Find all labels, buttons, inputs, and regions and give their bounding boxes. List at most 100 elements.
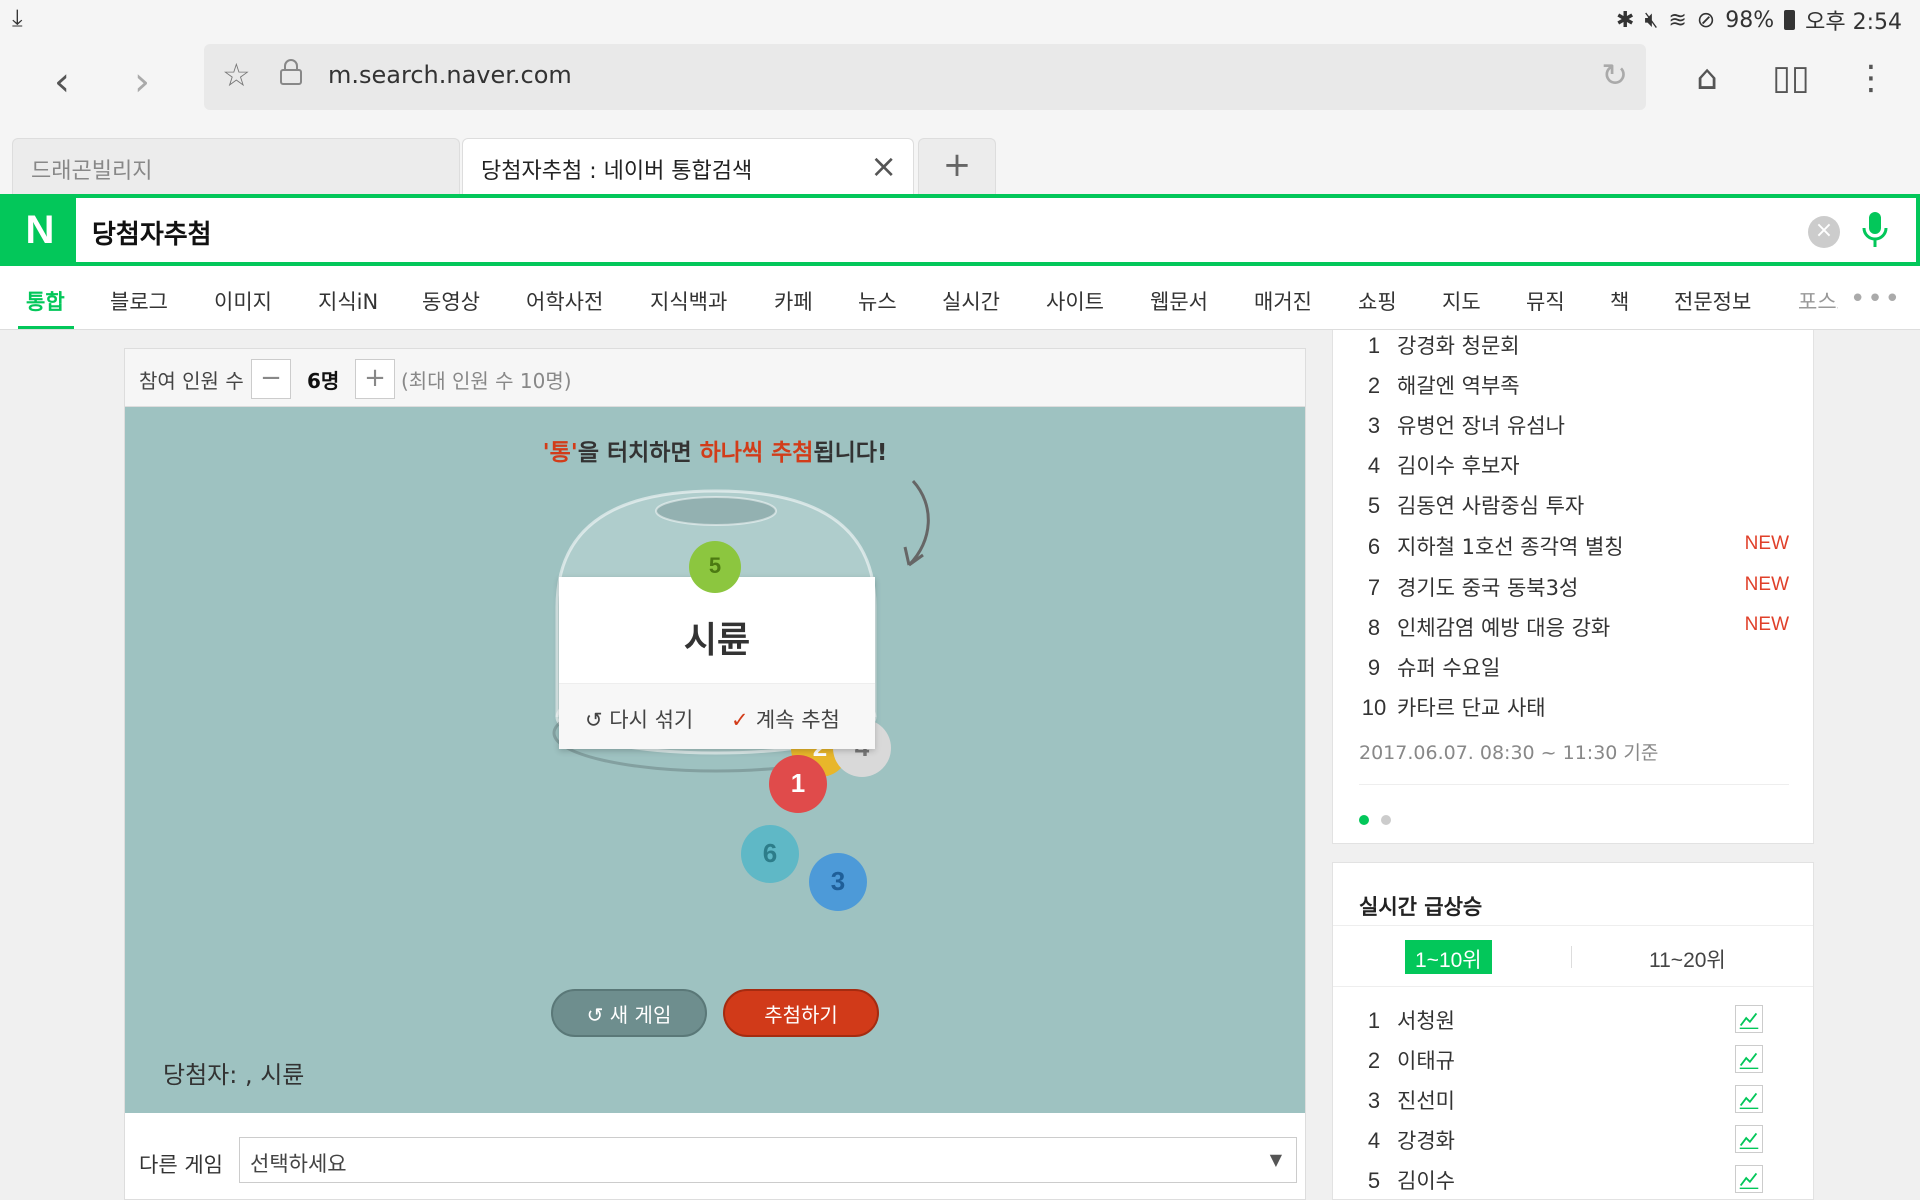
- tab-music[interactable]: 뮤직: [1526, 286, 1565, 316]
- undo-icon: ↺: [585, 708, 610, 732]
- decrease-button[interactable]: −: [251, 359, 291, 399]
- refresh-icon: ↺: [586, 1003, 610, 1027]
- tab-image[interactable]: 이미지: [214, 286, 272, 316]
- url-text: m.search.naver.com: [328, 61, 572, 89]
- realtime-ranking-panel: 1 강경화 청문회 2 해갈엔 역부족 3 유병언 장녀 유섬나 4 김이수 후보자 5…: [1332, 330, 1814, 844]
- tab-rank-11-20[interactable]: 11~20위: [1639, 940, 1736, 974]
- clear-search-button[interactable]: ×: [1808, 216, 1840, 248]
- ball-3: 3: [809, 853, 867, 911]
- check-icon: ✓: [731, 708, 756, 732]
- participants-row: 참여 인원 수 − 6명 + (최대 인원 수 10명): [125, 349, 1305, 407]
- tab-site[interactable]: 사이트: [1046, 286, 1104, 316]
- list-item[interactable]: 2 해갈엔 역부족: [1359, 370, 1789, 406]
- page-dot[interactable]: [1381, 815, 1391, 825]
- list-item[interactable]: 9 슈퍼 수요일: [1359, 652, 1789, 688]
- microphone-icon[interactable]: [1860, 210, 1890, 250]
- panel-title: 실시간 급상승: [1359, 895, 1483, 919]
- tab-title: 드래곤빌리지: [31, 159, 153, 184]
- list-item[interactable]: 4 김이수 후보자: [1359, 450, 1789, 486]
- list-item[interactable]: 2 이태규: [1359, 1045, 1789, 1081]
- list-item[interactable]: 7 경기도 중국 동북3성 NEW: [1359, 572, 1789, 608]
- tab-dragon-village[interactable]: 드래곤빌리지: [12, 138, 460, 194]
- list-item[interactable]: 4 강경화: [1359, 1125, 1789, 1161]
- tab-magazine[interactable]: 매거진: [1254, 286, 1312, 316]
- more-categories-icon[interactable]: •••: [1850, 284, 1902, 314]
- range-tabs: 1~10위 11~20위: [1333, 925, 1813, 987]
- tab-realtime[interactable]: 실시간: [942, 286, 1000, 316]
- mute-icon: 🔇︎: [1644, 7, 1659, 33]
- tab-integrated[interactable]: 통합: [26, 286, 65, 316]
- list-item[interactable]: 10 카타르 단교 사태: [1359, 692, 1789, 728]
- curved-arrow-icon: [903, 479, 930, 567]
- list-item[interactable]: 8 인체감염 예방 대응 강화 NEW: [1359, 612, 1789, 648]
- download-icon: ⤓: [12, 4, 23, 32]
- new-game-button[interactable]: ↺ 새 게임: [551, 989, 707, 1037]
- browser-toolbar: ‹ › ☆ m.search.naver.com ↻ ⌂ ▯▯ ⋮: [0, 36, 1920, 136]
- tab-map[interactable]: 지도: [1442, 286, 1481, 316]
- increase-button[interactable]: +: [355, 359, 395, 399]
- home-icon[interactable]: ⌂: [1682, 58, 1732, 98]
- list-item[interactable]: 1 서청원: [1359, 1005, 1789, 1041]
- winner-name: 시륜: [683, 620, 751, 661]
- rising-keywords-panel: 실시간 급상승 1~10위 11~20위 1 서청원 2 이태규 3 진선미 4 강경화…: [1332, 862, 1814, 1200]
- continue-draw-button[interactable]: ✓ 계속 추첨: [731, 704, 840, 734]
- search-input[interactable]: 당첨자추첨: [92, 214, 212, 251]
- trend-chart-icon[interactable]: [1735, 1005, 1763, 1033]
- naver-logo[interactable]: N: [4, 198, 76, 262]
- tab-post[interactable]: 포스트: [1798, 286, 1838, 316]
- tab-knowledge-in[interactable]: 지식iN: [318, 286, 378, 316]
- more-options-icon[interactable]: ⋮: [1846, 58, 1896, 98]
- trend-chart-icon[interactable]: [1735, 1045, 1763, 1073]
- tab-books[interactable]: 책: [1610, 286, 1629, 316]
- draw-button[interactable]: 추첨하기: [723, 989, 879, 1037]
- tab-shopping[interactable]: 쇼핑: [1358, 286, 1397, 316]
- forward-button[interactable]: ›: [114, 56, 170, 112]
- lottery-game-panel: 참여 인원 수 − 6명 + (최대 인원 수 10명) '통'을 터치하면 하…: [124, 348, 1306, 1200]
- reshuffle-button[interactable]: ↺ 다시 섞기: [585, 704, 693, 734]
- drawn-ball-5: 5: [689, 541, 741, 593]
- address-bar[interactable]: ☆ m.search.naver.com ↻: [204, 44, 1646, 110]
- reload-icon[interactable]: ↻: [1601, 56, 1628, 94]
- bookmark-star-icon[interactable]: ☆: [222, 56, 251, 94]
- list-item[interactable]: 3 진선미: [1359, 1085, 1789, 1121]
- other-game-row: 다른 게임 선택하세요 ▼: [125, 1113, 1305, 1199]
- tab-expert-info[interactable]: 전문정보: [1674, 286, 1751, 316]
- wifi-icon: ≋: [1668, 7, 1687, 33]
- tab-news[interactable]: 뉴스: [858, 286, 897, 316]
- list-item[interactable]: 5 김이수: [1359, 1165, 1789, 1200]
- lock-icon: [280, 59, 302, 85]
- search-category-tabs: 통합 블로그 이미지 지식iN 동영상 어학사전 지식백과 카페 뉴스 실시간 …: [0, 266, 1920, 330]
- other-game-select[interactable]: 선택하세요 ▼: [239, 1137, 1297, 1183]
- list-item[interactable]: 5 김동연 사람중심 투자: [1359, 490, 1789, 526]
- close-tab-icon[interactable]: ×: [870, 147, 897, 185]
- tab-dictionary[interactable]: 어학사전: [526, 286, 603, 316]
- tab-naver-search[interactable]: 당첨자추첨 : 네이버 통합검색 ×: [462, 138, 914, 194]
- list-item[interactable]: 1 강경화 청문회: [1359, 330, 1789, 366]
- tab-cafe[interactable]: 카페: [774, 286, 813, 316]
- page-indicator: [1359, 810, 1403, 829]
- tab-rank-1-10[interactable]: 1~10위: [1405, 940, 1492, 974]
- browser-tabs: 드래곤빌리지 당첨자추첨 : 네이버 통합검색 × +: [0, 136, 1920, 194]
- dropdown-arrow-icon: ▼: [1269, 1150, 1282, 1169]
- back-button[interactable]: ‹: [34, 56, 90, 112]
- tab-video[interactable]: 동영상: [422, 286, 480, 316]
- trend-chart-icon[interactable]: [1735, 1165, 1763, 1193]
- list-item[interactable]: 3 유병언 장녀 유섬나: [1359, 410, 1789, 446]
- tab-blog[interactable]: 블로그: [110, 286, 168, 316]
- bluetooth-icon: ✱: [1616, 7, 1635, 33]
- page-dot-active[interactable]: [1359, 815, 1369, 825]
- battery-level: 98%: [1725, 7, 1775, 33]
- tab-web-docs[interactable]: 웹문서: [1150, 286, 1208, 316]
- trend-chart-icon[interactable]: [1735, 1125, 1763, 1153]
- trend-chart-icon[interactable]: [1735, 1085, 1763, 1113]
- tab-encyclopedia[interactable]: 지식백과: [650, 286, 727, 316]
- battery-icon: [1784, 10, 1796, 30]
- other-game-label: 다른 게임: [139, 1153, 223, 1177]
- reading-mode-icon[interactable]: ▯▯: [1766, 58, 1816, 98]
- do-not-disturb-icon: ⊘: [1696, 7, 1716, 33]
- list-item[interactable]: 6 지하철 1호선 종각역 별칭 NEW: [1359, 531, 1789, 567]
- new-tab-button[interactable]: +: [918, 138, 996, 194]
- ball-1: 1: [769, 755, 827, 813]
- participant-count: 6명: [307, 369, 340, 393]
- status-bar: ⤓ ✱ 🔇︎ ≋ ⊘ 98% 오후 2:54: [0, 0, 1920, 36]
